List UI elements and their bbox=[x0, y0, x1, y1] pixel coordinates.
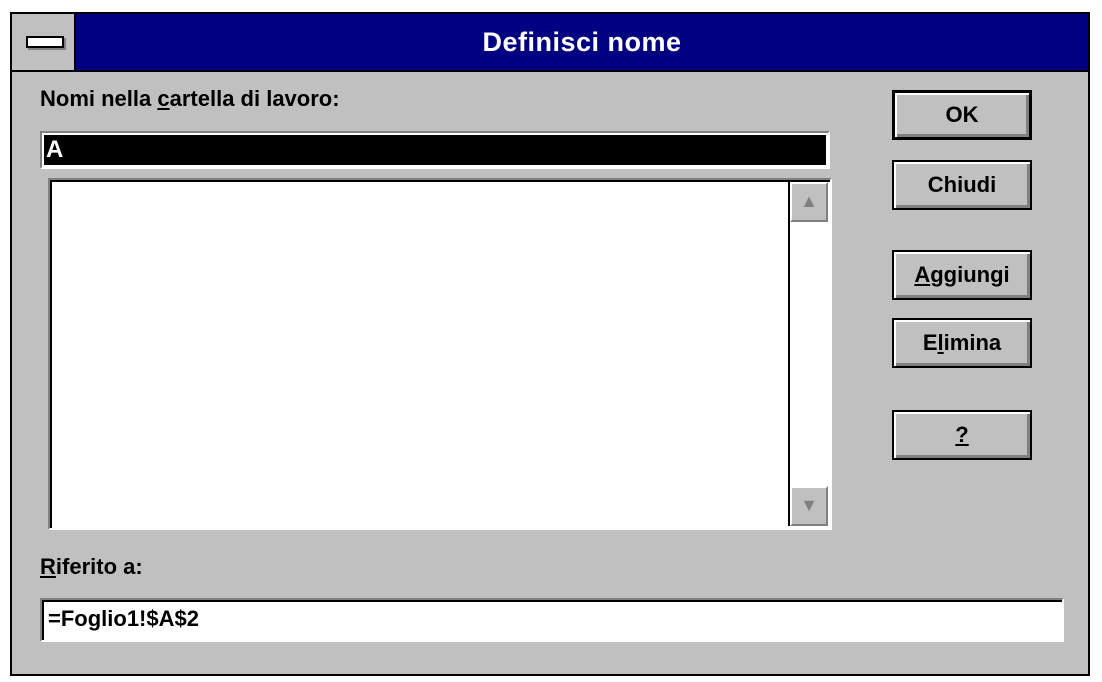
help-button-label: ? bbox=[955, 422, 969, 447]
names-label-mnemonic: c bbox=[157, 86, 170, 111]
listbox-scrollbar[interactable]: ▲ ▼ bbox=[788, 182, 828, 526]
delete-button-label: imina bbox=[943, 330, 1002, 355]
scroll-down-arrow-icon: ▼ bbox=[800, 495, 818, 515]
names-listbox[interactable]: ▲ ▼ bbox=[48, 178, 832, 530]
add-button-mnemonic: A bbox=[914, 262, 931, 287]
define-name-dialog: Definisci nome Nomi nella cartella di la… bbox=[10, 12, 1090, 676]
add-button[interactable]: Aggiungi bbox=[892, 250, 1032, 300]
delete-button-label-start: E bbox=[922, 330, 938, 355]
name-input[interactable]: A bbox=[40, 131, 830, 169]
add-button-label: ggiungi bbox=[930, 262, 1010, 287]
referenced-to-text: iferito a: bbox=[55, 554, 143, 579]
scroll-up-arrow-icon: ▲ bbox=[800, 191, 818, 211]
names-label-text-before: Nomi nella bbox=[40, 86, 158, 111]
referenced-to-input[interactable]: =Foglio1!$A$2 bbox=[40, 598, 1064, 642]
system-menu-icon bbox=[26, 36, 64, 48]
names-label: Nomi nella cartella di lavoro: bbox=[40, 86, 340, 112]
title-bar[interactable]: Definisci nome bbox=[12, 14, 1088, 72]
close-button[interactable]: Chiudi bbox=[892, 160, 1032, 210]
names-label-text-after: artella di lavoro: bbox=[169, 86, 340, 111]
delete-button[interactable]: Elimina bbox=[892, 318, 1032, 368]
ok-button[interactable]: OK bbox=[892, 90, 1032, 140]
system-menu-button[interactable] bbox=[12, 14, 76, 70]
referenced-to-label: Riferito a: bbox=[40, 554, 143, 580]
name-input-selected-text: A bbox=[44, 135, 826, 165]
scroll-down-button[interactable]: ▼ bbox=[790, 486, 828, 526]
referenced-to-mnemonic: R bbox=[40, 554, 56, 579]
window-title: Definisci nome bbox=[482, 27, 682, 57]
scroll-up-button[interactable]: ▲ bbox=[790, 182, 828, 222]
help-button[interactable]: ? bbox=[892, 410, 1032, 460]
